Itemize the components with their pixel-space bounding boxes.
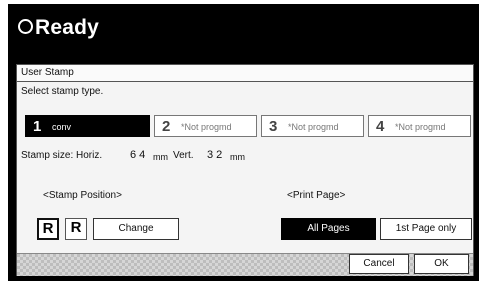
stamp-position-alt-icon: R bbox=[65, 218, 87, 240]
ok-label: OK bbox=[434, 258, 449, 269]
stamp-label-1: conv bbox=[52, 122, 72, 132]
vert-unit: mm bbox=[230, 152, 245, 162]
stamp-number-1: 1 bbox=[33, 118, 42, 135]
stamp-position-label: <Stamp Position> bbox=[43, 190, 122, 201]
horiz-value: 6 4 bbox=[130, 149, 146, 161]
panel-heading: User Stamp bbox=[17, 65, 473, 82]
stamp-label-2: *Not progmd bbox=[181, 122, 232, 132]
stamp-size-label: Stamp size: Horiz. bbox=[21, 150, 103, 161]
cancel-button[interactable]: Cancel bbox=[349, 254, 409, 274]
status-label: Ready bbox=[35, 16, 100, 39]
instruction-text: Select stamp type. bbox=[21, 86, 104, 97]
cancel-label: Cancel bbox=[363, 258, 395, 269]
user-stamp-panel: User Stamp Select stamp type. 1 conv 2 *… bbox=[16, 64, 474, 276]
stamp-position-preview-icon: R bbox=[37, 218, 59, 240]
ok-button[interactable]: OK bbox=[414, 254, 469, 274]
stamp-button-3[interactable]: 3 *Not progmd bbox=[261, 115, 364, 137]
title-bar: Ready bbox=[8, 4, 479, 56]
position-glyph-a: R bbox=[42, 220, 54, 237]
stamp-number-2: 2 bbox=[162, 118, 171, 135]
screen: Ready User Stamp Select stamp type. 1 co… bbox=[8, 4, 479, 281]
status-text: Ready bbox=[20, 16, 99, 40]
vert-value: 3 2 bbox=[207, 149, 223, 161]
stamp-button-2[interactable]: 2 *Not progmd bbox=[154, 115, 257, 137]
stamp-button-4[interactable]: 4 *Not progmd bbox=[368, 115, 471, 137]
stamp-label-3: *Not progmd bbox=[288, 122, 339, 132]
horiz-unit: mm bbox=[153, 152, 168, 162]
stamp-label-4: *Not progmd bbox=[395, 122, 446, 132]
panel-title: User Stamp bbox=[21, 67, 74, 78]
change-position-button[interactable]: Change bbox=[93, 218, 179, 240]
change-label: Change bbox=[118, 223, 154, 234]
stamp-type-row: 1 conv 2 *Not progmd 3 *Not progmd 4 *No… bbox=[25, 115, 472, 137]
position-glyph-b: R bbox=[70, 219, 82, 236]
print-page-label: <Print Page> bbox=[287, 190, 346, 201]
all-pages-label: All Pages bbox=[307, 223, 350, 234]
first-page-only-button[interactable]: 1st Page only bbox=[380, 218, 472, 240]
first-page-only-label: 1st Page only bbox=[395, 223, 457, 234]
stamp-number-3: 3 bbox=[269, 118, 278, 135]
stamp-button-1[interactable]: 1 conv bbox=[25, 115, 150, 137]
vert-label: Vert. bbox=[173, 150, 194, 161]
all-pages-button[interactable]: All Pages bbox=[281, 218, 376, 240]
stamp-number-4: 4 bbox=[376, 118, 385, 135]
